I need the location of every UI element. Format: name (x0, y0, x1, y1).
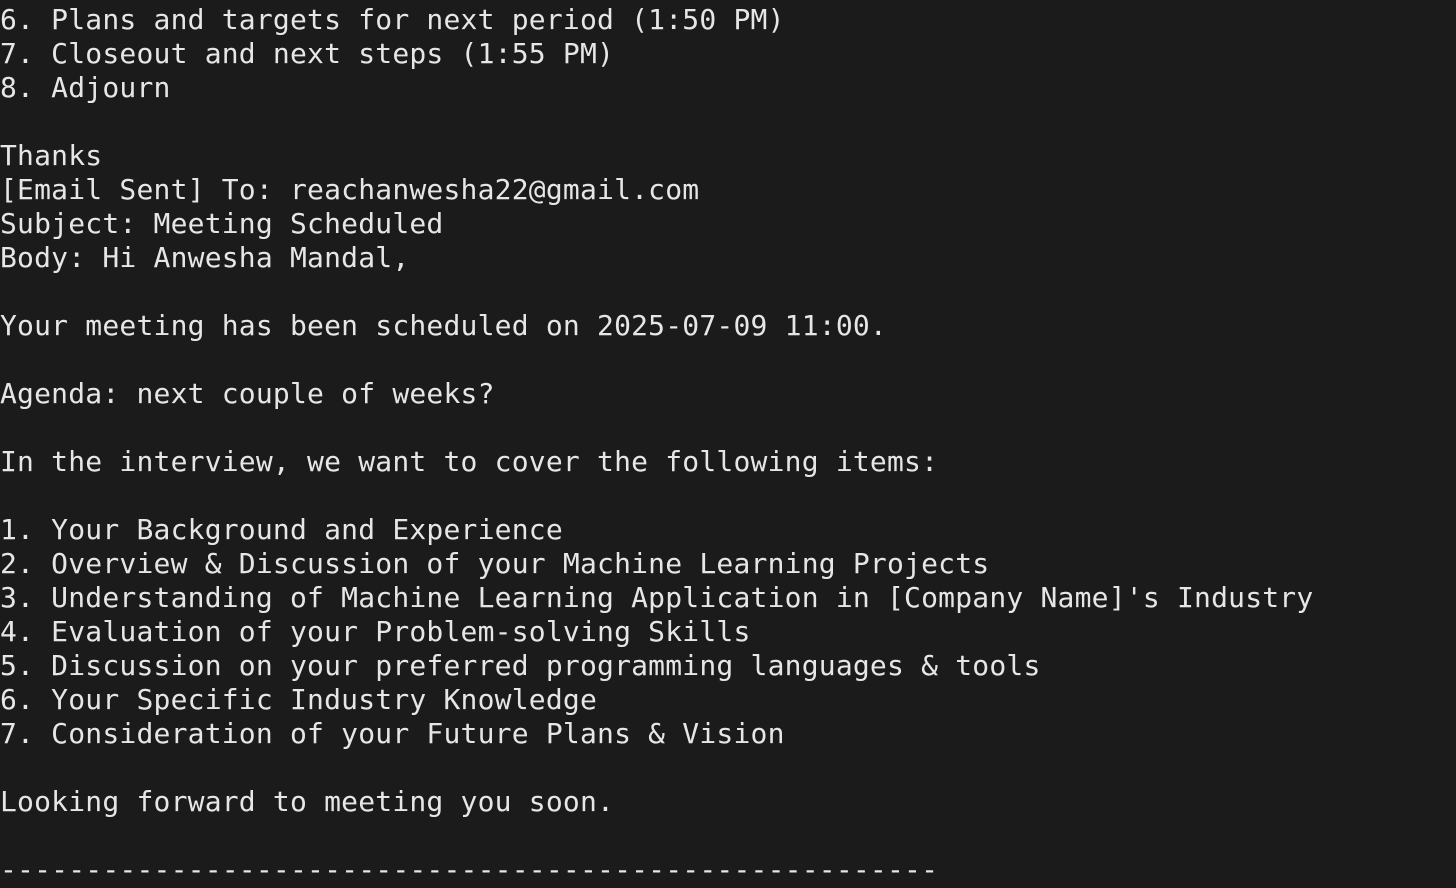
terminal-line: 7. Consideration of your Future Plans & … (0, 717, 785, 750)
terminal-line: 4. Evaluation of your Problem-solving Sk… (0, 615, 751, 648)
terminal-line: [Email Sent] To: reachanwesha22@gmail.co… (0, 173, 700, 206)
terminal-line: 2. Overview & Discussion of your Machine… (0, 547, 990, 580)
terminal-line: Agenda: next couple of weeks? (0, 377, 495, 410)
terminal-line: Subject: Meeting Scheduled (0, 207, 444, 240)
terminal-line: Thanks (0, 139, 103, 172)
terminal-line: In the interview, we want to cover the f… (0, 445, 939, 478)
terminal-line: 3. Understanding of Machine Learning App… (0, 581, 1314, 614)
terminal-line: 1. Your Background and Experience (0, 513, 563, 546)
terminal-line: 8. Adjourn (0, 71, 171, 104)
terminal-line: Looking forward to meeting you soon. (0, 785, 615, 818)
terminal-line: 6. Plans and targets for next period (1:… (0, 3, 785, 36)
terminal-window[interactable]: 6. Plans and targets for next period (1:… (0, 0, 1456, 888)
terminal-line: 7. Closeout and next steps (1:55 PM) (0, 37, 615, 70)
terminal-output: 6. Plans and targets for next period (1:… (0, 3, 1313, 887)
terminal-line: 5. Discussion on your preferred programm… (0, 649, 1041, 682)
terminal-line: 6. Your Specific Industry Knowledge (0, 683, 598, 716)
terminal-separator: ----------------------------------------… (0, 853, 939, 886)
terminal-line: Body: Hi Anwesha Mandal, (0, 241, 410, 274)
terminal-line: Your meeting has been scheduled on 2025-… (0, 309, 887, 342)
